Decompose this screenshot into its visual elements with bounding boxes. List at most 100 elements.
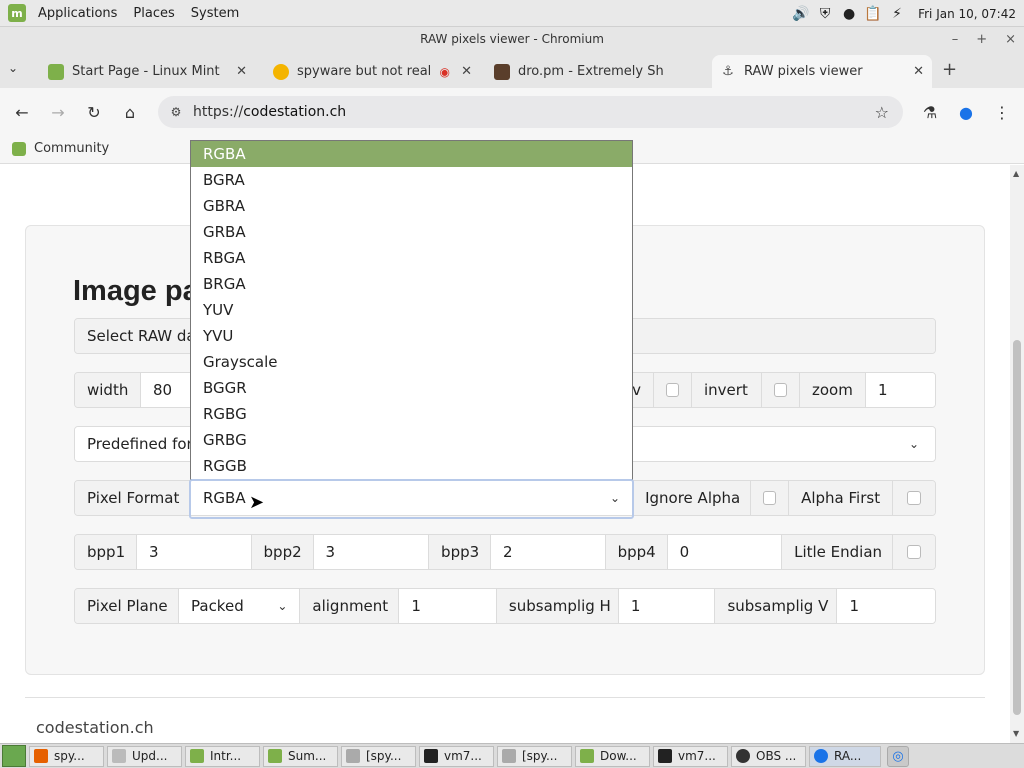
taskbar-item[interactable]: Intr... <box>185 745 260 767</box>
taskbar-item[interactable]: OBS ... <box>731 745 806 767</box>
footer-text[interactable]: codestation.ch <box>36 718 154 737</box>
minimize-icon[interactable]: – <box>952 32 959 47</box>
scroll-thumb[interactable] <box>1013 340 1021 715</box>
pixel-plane-select[interactable]: Packed ⌄ <box>179 589 301 623</box>
close-window-icon[interactable]: × <box>1005 32 1016 47</box>
address-bar[interactable]: ⚙ https://codestation.ch ☆ <box>158 96 903 128</box>
dropdown-option-rgbg[interactable]: RGBG <box>191 401 632 427</box>
shield-icon[interactable]: ⛨ <box>816 5 834 23</box>
menu-dots-icon[interactable]: ⋮ <box>990 100 1014 124</box>
pixel-format-dropdown[interactable]: RGBA BGRA GBRA GRBA RBGA BRGA YUV YVU Gr… <box>190 140 633 480</box>
back-icon[interactable]: ← <box>10 100 34 124</box>
chromium-icon <box>814 749 828 763</box>
record-icon[interactable]: ● <box>840 5 858 23</box>
checkbox-cell[interactable] <box>654 373 692 407</box>
network-icon[interactable]: ⚡ <box>888 5 906 23</box>
dropdown-option-rgba[interactable]: RGBA <box>191 141 632 167</box>
taskbar-item-active[interactable]: RA... <box>809 745 881 767</box>
ignore-alpha-checkbox-cell[interactable] <box>751 481 790 515</box>
chevron-down-icon[interactable]: ⌄ <box>277 599 287 613</box>
little-endian-label: Litle Endian <box>782 535 894 569</box>
clock[interactable]: Fri Jan 10, 07:42 <box>918 7 1016 21</box>
volume-icon[interactable]: 🔊 <box>792 5 810 23</box>
checkbox[interactable] <box>666 383 679 397</box>
close-tab-icon[interactable]: ✕ <box>236 64 247 79</box>
dropdown-option-grayscale[interactable]: Grayscale <box>191 349 632 375</box>
bpp3-input[interactable]: 2 <box>491 535 606 569</box>
alpha-first-checkbox-cell[interactable] <box>893 481 935 515</box>
invert-checkbox[interactable] <box>774 383 787 397</box>
tab-start-page[interactable]: Start Page - Linux Mint ✕ <box>40 55 255 88</box>
tab-spyware[interactable]: spyware but not really ◉ ✕ <box>265 55 480 88</box>
tab-search-chevron-icon[interactable]: ⌄ <box>8 61 18 75</box>
start-menu-button[interactable] <box>2 745 26 767</box>
bpp1-input[interactable]: 3 <box>137 535 252 569</box>
browser-toolbar: ← → ↻ ⌂ ⚙ https://codestation.ch ☆ ⚗ ● ⋮ <box>0 88 1024 136</box>
taskbar-item[interactable]: Upd... <box>107 745 182 767</box>
subsampling-h-label: subsamplig H <box>496 589 619 623</box>
close-tab-icon[interactable]: ✕ <box>461 64 472 79</box>
chevron-down-icon[interactable]: ⌄ <box>610 491 620 505</box>
bpp4-input[interactable]: 0 <box>667 535 783 569</box>
url-text[interactable]: https://codestation.ch <box>193 104 346 120</box>
chromium-tray-icon[interactable]: ◎ <box>887 745 909 767</box>
menu-system[interactable]: System <box>187 6 243 21</box>
taskbar: spy... Upd... Intr... Sum... [spy... vm7… <box>0 743 1024 768</box>
little-endian-checkbox-cell[interactable] <box>893 535 935 569</box>
clipboard-icon[interactable]: 📋 <box>864 5 882 23</box>
taskbar-item[interactable]: [spy... <box>497 745 572 767</box>
new-tab-icon[interactable]: + <box>942 59 957 80</box>
bookmark-star-icon[interactable]: ☆ <box>875 103 889 122</box>
taskbar-item[interactable]: Dow... <box>575 745 650 767</box>
dropdown-option-grbg[interactable]: GRBG <box>191 427 632 453</box>
dropdown-option-bggr[interactable]: BGGR <box>191 375 632 401</box>
shield-icon <box>112 749 126 763</box>
footer-divider <box>25 697 985 698</box>
menu-places[interactable]: Places <box>129 6 178 21</box>
site-info-icon[interactable]: ⚙ <box>163 99 189 125</box>
taskbar-item[interactable]: spy... <box>29 745 104 767</box>
dropdown-option-yvu[interactable]: YVU <box>191 323 632 349</box>
ignore-alpha-checkbox[interactable] <box>763 491 777 505</box>
dropdown-option-grba[interactable]: GRBA <box>191 219 632 245</box>
close-tab-icon[interactable]: ✕ <box>913 64 924 79</box>
invert-checkbox-cell[interactable] <box>762 373 800 407</box>
page-scrollbar[interactable]: ▲ ▼ <box>1010 165 1024 743</box>
bpp2-input[interactable]: 3 <box>313 535 430 569</box>
dropdown-option-gbra[interactable]: GBRA <box>191 193 632 219</box>
dropdown-option-rggb[interactable]: RGGB <box>191 453 632 479</box>
window-title: RAW pixels viewer - Chromium <box>420 32 604 46</box>
bookmark-community[interactable]: Community <box>12 141 109 156</box>
subsampling-h-input[interactable]: 1 <box>618 589 716 623</box>
alignment-input[interactable]: 1 <box>399 589 497 623</box>
dropdown-option-bgra[interactable]: BGRA <box>191 167 632 193</box>
dropdown-option-brga[interactable]: BRGA <box>191 271 632 297</box>
linux-mint-logo-icon[interactable]: m <box>8 4 26 22</box>
tab-strip: ⌄ Start Page - Linux Mint ✕ spyware but … <box>0 51 1024 88</box>
tab-dropm[interactable]: dro.pm - Extremely Short <box>486 55 701 88</box>
alpha-first-checkbox[interactable] <box>907 491 922 505</box>
zoom-input[interactable]: 1 <box>866 373 935 407</box>
taskbar-item[interactable]: vm7... <box>419 745 494 767</box>
maximize-icon[interactable]: + <box>976 32 987 47</box>
reload-icon[interactable]: ↻ <box>82 100 106 124</box>
subsampling-v-input[interactable]: 1 <box>837 589 935 623</box>
taskbar-item[interactable]: Sum... <box>263 745 338 767</box>
dropdown-option-rbga[interactable]: RBGA <box>191 245 632 271</box>
bpp2-label: bpp2 <box>251 535 314 569</box>
folder-icon <box>502 749 516 763</box>
menu-applications[interactable]: Applications <box>34 6 121 21</box>
forward-icon[interactable]: → <box>46 100 70 124</box>
labs-flask-icon[interactable]: ⚗ <box>918 100 942 124</box>
scroll-up-icon[interactable]: ▲ <box>1013 169 1019 178</box>
taskbar-item[interactable]: [spy... <box>341 745 416 767</box>
scroll-down-icon[interactable]: ▼ <box>1013 729 1019 738</box>
home-icon[interactable]: ⌂ <box>118 100 142 124</box>
little-endian-checkbox[interactable] <box>907 545 922 559</box>
profile-icon[interactable]: ● <box>954 100 978 124</box>
taskbar-item[interactable]: vm7... <box>653 745 728 767</box>
tab-raw-pixels-viewer[interactable]: ⚓ RAW pixels viewer ✕ <box>712 55 932 88</box>
dropdown-option-yuv[interactable]: YUV <box>191 297 632 323</box>
page-favicon-icon <box>273 63 289 80</box>
chevron-down-icon[interactable]: ⌄ <box>909 437 919 451</box>
